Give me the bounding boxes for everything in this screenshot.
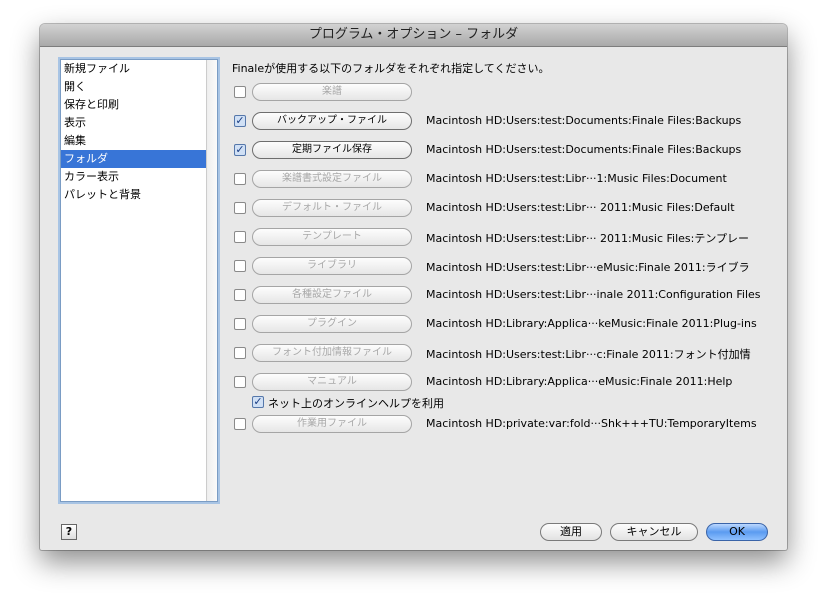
folder-row: 各種設定ファイル Macintosh HD:Users:test:Libr···i… [232, 285, 772, 307]
sidebar-item[interactable]: パレットと背景 [61, 186, 206, 204]
folder-path: Macintosh HD:Users:test:Libr··· 2011:Mus… [426, 232, 750, 245]
folder-select-button[interactable]: 定期ファイル保存 [252, 141, 412, 159]
temp-folder-checkbox[interactable] [234, 418, 246, 430]
online-help-checkbox[interactable]: ✓ [252, 396, 264, 408]
folder-path: Macintosh HD:Library:Applica···keMusic:F… [426, 317, 757, 330]
options-dialog: プログラム・オプション – フォルダ 新規ファイル 開く 保存と印刷 表示 編集 フォルダ… [40, 24, 787, 550]
folder-select-button[interactable]: プラグイン [252, 315, 412, 333]
folder-path: Macintosh HD:Users:test:Documents:Finale… [426, 143, 742, 156]
folder-checkbox[interactable]: ✓ [234, 115, 246, 127]
sidebar-item[interactable]: 開く [61, 78, 206, 96]
folder-checkbox[interactable] [234, 347, 246, 359]
folder-checkbox[interactable] [234, 231, 246, 243]
folder-checkbox[interactable] [234, 86, 246, 98]
folder-path: Macintosh HD:Users:test:Libr··· 2011:Mus… [426, 201, 735, 214]
folder-row: ✓ 定期ファイル保存 Macintosh HD:Users:test:Documen… [232, 140, 772, 162]
ok-button[interactable]: OK [706, 523, 768, 541]
folder-checkbox[interactable] [234, 260, 246, 272]
sidebar-scrollbar[interactable] [206, 60, 217, 501]
folder-checkbox[interactable] [234, 173, 246, 185]
sidebar-item[interactable]: フォルダ [61, 150, 206, 168]
folder-path: Macintosh HD:Users:test:Libr···1:Music F… [426, 172, 727, 185]
folders-heading: Finaleが使用する以下のフォルダをそれぞれ指定してください。 [232, 62, 550, 75]
sidebar-item[interactable]: 新規ファイル [61, 60, 206, 78]
folder-row: 楽譜書式設定ファイル Macintosh HD:Users:test:Libr··… [232, 169, 772, 191]
folder-checkbox[interactable] [234, 376, 246, 388]
help-button[interactable]: ? [61, 524, 77, 540]
temp-folder-path: Macintosh HD:private:var:fold···Shk+++TU… [426, 417, 757, 430]
folder-select-button[interactable]: フォント付加情報ファイル [252, 344, 412, 362]
folder-select-button[interactable]: テンプレート [252, 228, 412, 246]
category-list[interactable]: 新規ファイル 開く 保存と印刷 表示 編集 フォルダ カラー表示 パレットと背景 [60, 59, 218, 502]
temp-folder-row: 作業用ファイル Macintosh HD:private:var:fold···… [232, 414, 772, 436]
folder-row: プラグイン Macintosh HD:Library:Applica···keMu… [232, 314, 772, 336]
folder-select-button[interactable]: 楽譜書式設定ファイル [252, 170, 412, 188]
apply-button[interactable]: 適用 [540, 523, 602, 541]
folder-row: ライブラリ Macintosh HD:Users:test:Libr···eMus… [232, 256, 772, 278]
folder-row: フォント付加情報ファイル Macintosh HD:Users:test:Libr… [232, 343, 772, 365]
folder-checkbox[interactable] [234, 318, 246, 330]
online-help-label: ネット上のオンラインヘルプを利用 [268, 397, 444, 410]
folder-checkbox[interactable] [234, 289, 246, 301]
folder-path: Macintosh HD:Users:test:Libr···inale 201… [426, 288, 761, 301]
folder-path: Macintosh HD:Users:test:Documents:Finale… [426, 114, 742, 127]
folder-select-button[interactable]: 楽譜 [252, 83, 412, 101]
temp-folder-button[interactable]: 作業用ファイル [252, 415, 412, 433]
cancel-button[interactable]: キャンセル [610, 523, 698, 541]
window-title: プログラム・オプション – フォルダ [40, 24, 787, 47]
folder-row: デフォルト・ファイル Macintosh HD:Users:test:Libr··… [232, 198, 772, 220]
sidebar-item[interactable]: カラー表示 [61, 168, 206, 186]
folder-row: 楽譜 [232, 82, 772, 104]
folder-select-button[interactable]: デフォルト・ファイル [252, 199, 412, 217]
folder-path: Macintosh HD:Users:test:Libr···c:Finale … [426, 348, 751, 361]
sidebar-item[interactable]: 保存と印刷 [61, 96, 206, 114]
folder-select-button[interactable]: マニュアル [252, 373, 412, 391]
folder-path: Macintosh HD:Users:test:Libr···eMusic:Fi… [426, 261, 750, 274]
sidebar-item[interactable]: 編集 [61, 132, 206, 150]
folder-checkbox[interactable]: ✓ [234, 144, 246, 156]
folder-row: ✓ バックアップ・ファイル Macintosh HD:Users:test:Docu… [232, 111, 772, 133]
folder-checkbox[interactable] [234, 202, 246, 214]
folder-row: マニュアル Macintosh HD:Library:Applica···eMus… [232, 372, 772, 394]
folder-path: Macintosh HD:Library:Applica···eMusic:Fi… [426, 375, 733, 388]
folder-select-button[interactable]: バックアップ・ファイル [252, 112, 412, 130]
folder-row: テンプレート Macintosh HD:Users:test:Libr··· 20… [232, 227, 772, 249]
folder-select-button[interactable]: 各種設定ファイル [252, 286, 412, 304]
sidebar-item[interactable]: 表示 [61, 114, 206, 132]
folder-select-button[interactable]: ライブラリ [252, 257, 412, 275]
